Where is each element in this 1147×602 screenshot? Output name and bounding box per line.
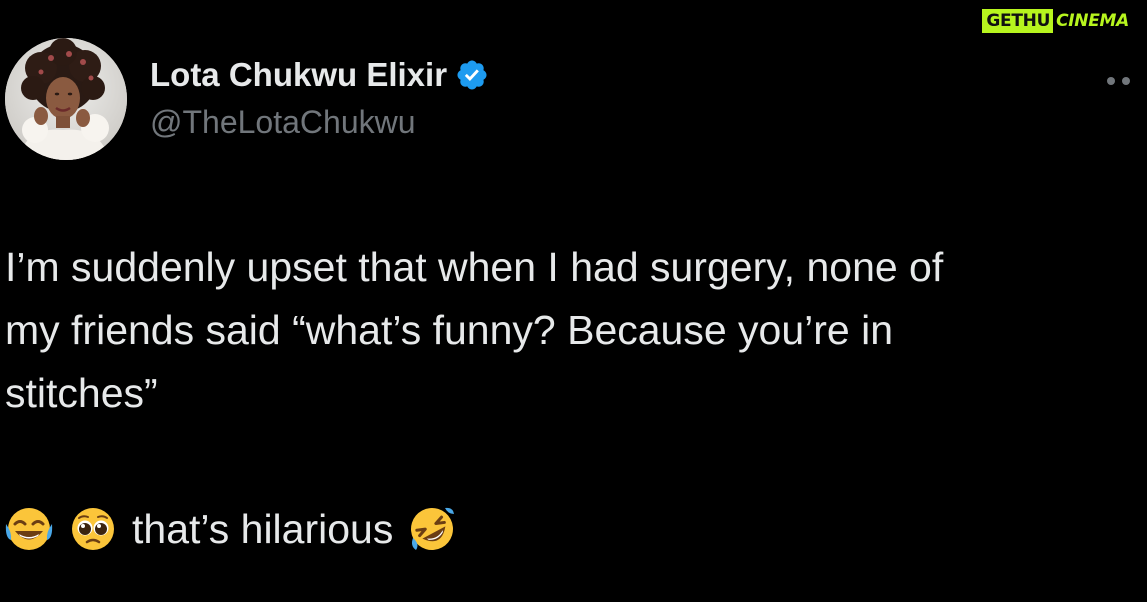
tweet-text: I’m suddenly upset that when I had surge… (5, 244, 944, 416)
face-with-tears-of-joy-icon (4, 504, 54, 554)
author-handle[interactable]: @TheLotaChukwu (150, 104, 416, 141)
watermark-part-2: CINEMA (1056, 11, 1129, 31)
author-name-row[interactable]: Lota Chukwu Elixir (150, 55, 489, 95)
tweet-emoji-line: that’s hilarious (4, 501, 457, 557)
watermark-logo: GETHU CINEMA (982, 9, 1129, 33)
pleading-face-icon (68, 504, 118, 554)
rolling-on-the-floor-laughing-icon (407, 504, 457, 554)
profile-photo-icon (5, 38, 127, 160)
reaction-text: that’s hilarious (132, 505, 394, 552)
more-options-icon[interactable] (1106, 73, 1136, 85)
verified-badge-icon[interactable] (455, 58, 489, 92)
author-display-name[interactable]: Lota Chukwu Elixir (150, 56, 447, 94)
watermark-part-1: GETHU (982, 9, 1054, 33)
avatar[interactable] (5, 38, 127, 160)
